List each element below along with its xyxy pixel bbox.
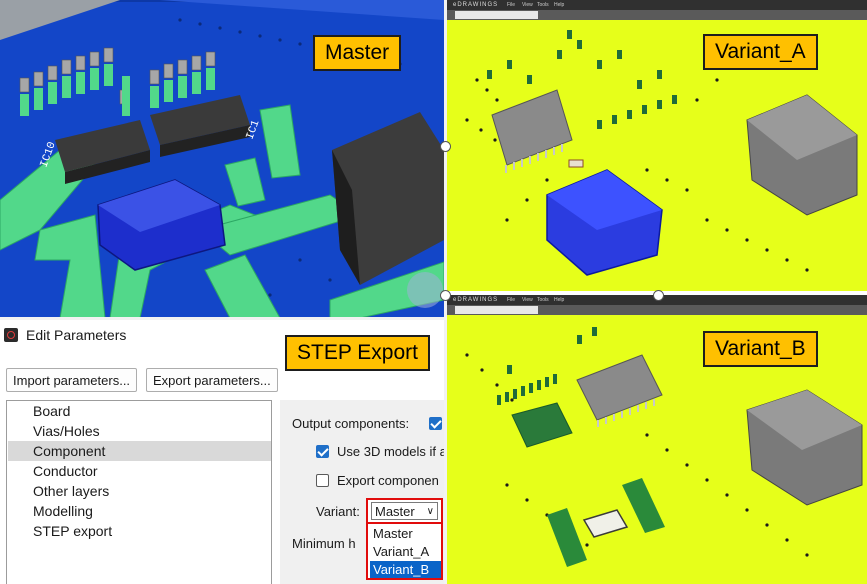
variant-a-callout: Variant_A [703,34,818,70]
export-components-label: Export componen [337,473,439,488]
variant-selected-value: Master [375,504,415,519]
variant-select-value[interactable]: Master ∨ [371,502,438,520]
tree-item-modelling[interactable]: Modelling [33,501,271,521]
use-3d-models-checkbox[interactable] [316,445,329,458]
resize-handle[interactable] [653,290,664,301]
tree-item-component[interactable]: Component [8,441,271,461]
variant-b-3d-view[interactable]: eDRAWINGS File View Tools Help Variant_B [447,295,867,584]
edrawings-tabbar [447,305,867,315]
dialog-title: Edit Parameters [26,327,127,343]
chevron-down-icon: ∨ [426,506,434,517]
use-3d-models-label: Use 3D models if a [337,444,447,459]
export-parameters-button[interactable]: Export parameters... [146,368,278,392]
resize-handle[interactable] [440,141,451,152]
variant-option-b[interactable]: Variant_B [370,561,441,578]
document-tab[interactable] [455,11,538,19]
master-3d-view[interactable]: IC10 IC1 Master [0,0,444,318]
edrawings-logo: eDRAWINGS [453,297,499,303]
menu-tools[interactable]: Tools [537,0,549,10]
variant-a-3d-view[interactable]: eDRAWINGS File View Tools Help Variant_A [447,0,867,291]
edrawings-logo: eDRAWINGS [453,2,499,8]
minimum-label: Minimum h [292,536,356,551]
edrawings-toolbar: eDRAWINGS File View Tools Help [447,0,867,10]
step-export-callout: STEP Export [285,335,430,371]
import-parameters-button[interactable]: Import parameters... [6,368,138,392]
variant-b-callout: Variant_B [703,331,818,367]
category-tree: Board Vias/Holes Component Conductor Oth… [6,400,272,584]
menu-tools[interactable]: Tools [537,295,549,305]
variant-select[interactable]: Master ∨ [366,498,443,524]
resize-handle[interactable] [440,290,451,301]
menu-help[interactable]: Help [554,0,564,10]
menu-view[interactable]: View [522,0,533,10]
variant-option-master[interactable]: Master [370,525,441,542]
menu-file[interactable]: File [507,0,515,10]
variant-dropdown-list: Master Variant_A Variant_B [366,522,443,580]
variant-option-a[interactable]: Variant_A [370,543,441,560]
tree-item-conductor[interactable]: Conductor [33,461,271,481]
export-components-checkbox[interactable] [316,474,329,487]
tree-item-other-layers[interactable]: Other layers [33,481,271,501]
tree-item-board[interactable]: Board [33,401,271,421]
tree-item-vias-holes[interactable]: Vias/Holes [33,421,271,441]
edrawings-tabbar [447,10,867,20]
master-callout: Master [313,35,402,71]
app-logo-icon [4,328,18,342]
tree-item-step-export[interactable]: STEP export [33,521,271,541]
variant-label: Variant: [316,504,360,519]
horizontal-divider [0,317,447,320]
output-components-label: Output components: [292,416,410,431]
menu-file[interactable]: File [507,295,515,305]
document-tab[interactable] [455,306,538,314]
menu-view[interactable]: View [522,295,533,305]
menu-help[interactable]: Help [554,295,564,305]
output-components-checkbox[interactable] [429,417,442,430]
